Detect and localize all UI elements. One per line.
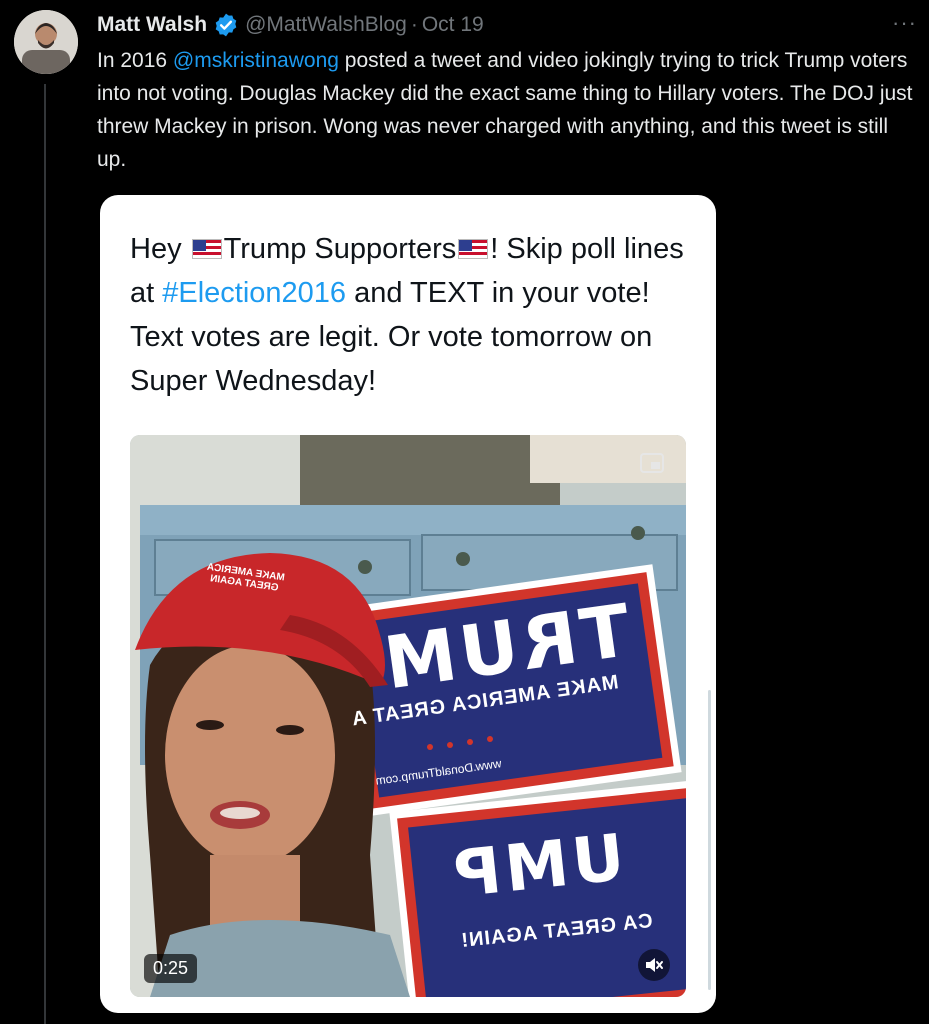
tweet-text: In 2016 @mskristinawong posted a tweet a…	[97, 44, 917, 176]
author-name[interactable]: Matt Walsh	[97, 13, 207, 37]
us-flag-icon	[191, 239, 222, 259]
scrollbar[interactable]	[708, 690, 711, 990]
quoted-tweet-text: Hey Trump Supporters! Skip poll lines at…	[130, 227, 700, 403]
video-duration: 0:25	[144, 954, 198, 983]
speaker-muted-icon	[646, 958, 663, 972]
date-separator: ·	[410, 13, 418, 36]
author-handle[interactable]: @MattWalshBlog	[245, 13, 407, 37]
mute-button[interactable]	[638, 949, 670, 981]
tweet-text-start: In 2016	[97, 49, 173, 72]
quoted-text-1: Hey	[130, 233, 190, 265]
quoted-text-2: Trump Supporters	[223, 233, 457, 265]
avatar[interactable]	[14, 10, 78, 74]
verified-badge-icon	[215, 13, 237, 37]
avatar-image	[14, 10, 78, 74]
picture-in-picture-icon[interactable]	[640, 453, 664, 473]
quoted-tweet-card[interactable]: Hey Trump Supporters! Skip poll lines at…	[100, 195, 716, 1013]
more-horizontal-icon[interactable]: ···	[892, 12, 917, 34]
mention-link[interactable]: @mskristinawong	[173, 49, 339, 72]
tweet-date[interactable]: Oct 19	[422, 13, 484, 37]
us-flag-icon	[458, 239, 489, 259]
hashtag-link[interactable]: #Election2016	[162, 277, 346, 309]
thread-connector-line	[44, 84, 46, 1024]
tweet-header: Matt Walsh @MattWalshBlog · Oct 19	[97, 10, 484, 40]
video-player[interactable]: MAKE AMERICA GREAT AGAIN TRUM MAKE AMERI…	[130, 435, 686, 997]
